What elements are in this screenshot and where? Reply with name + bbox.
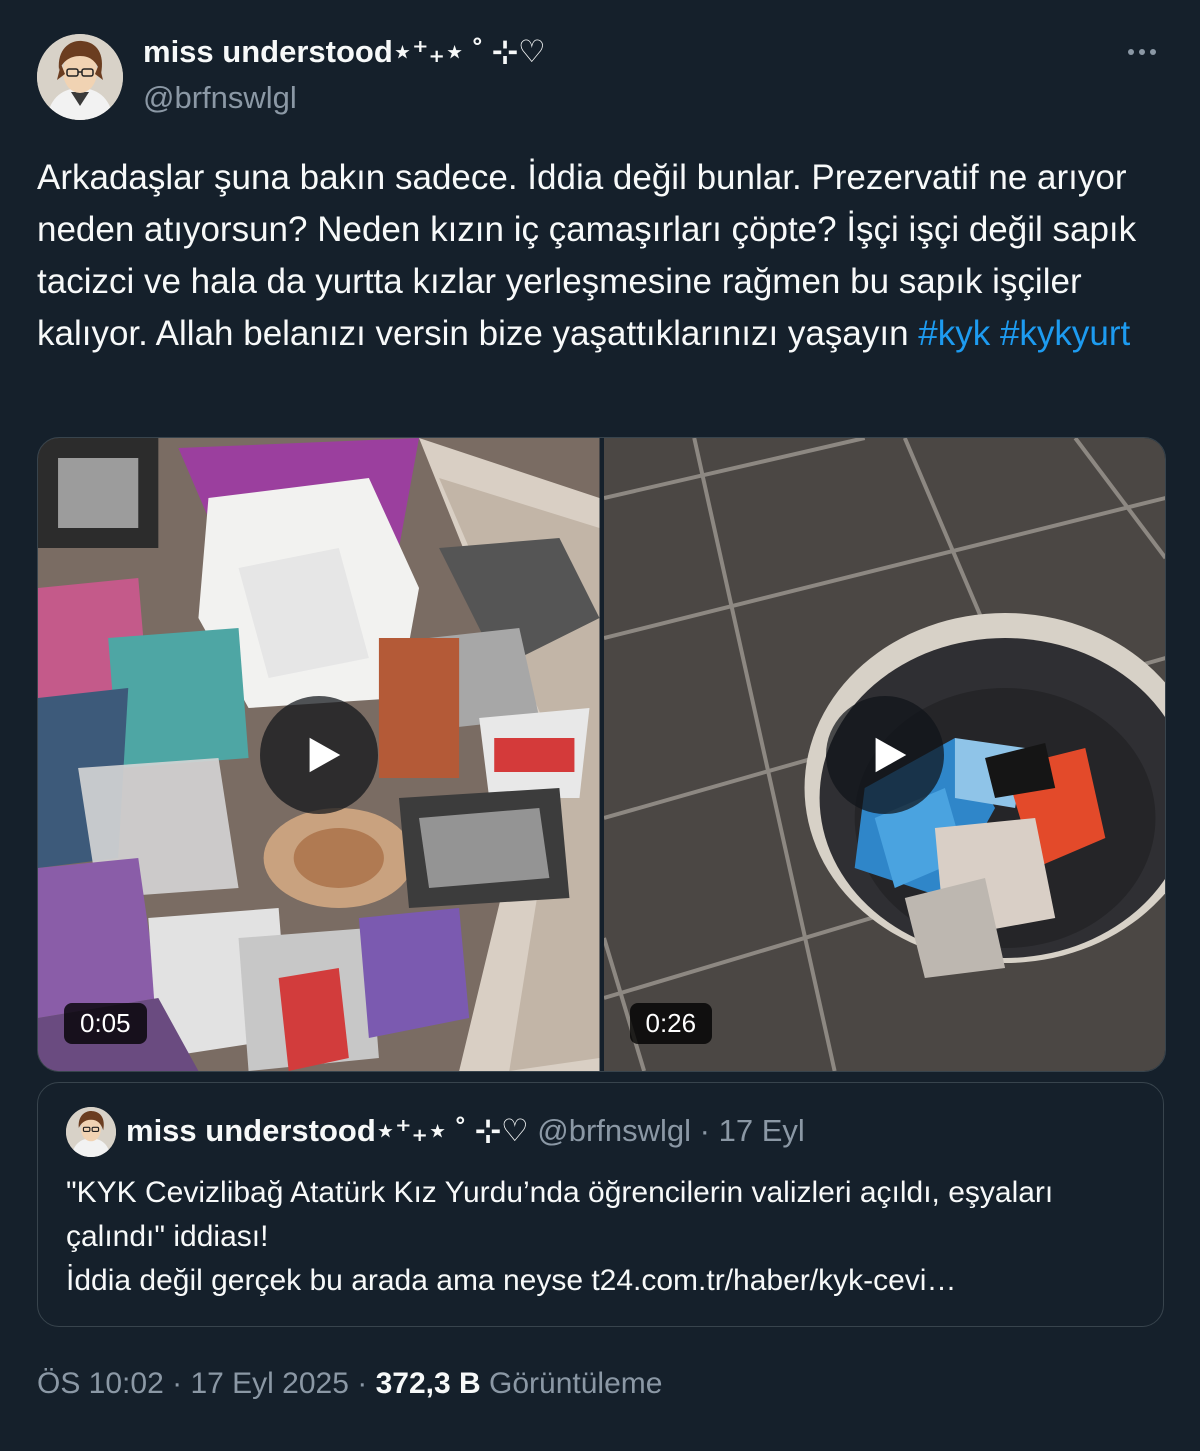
- hashtag-link[interactable]: #kyk: [918, 314, 990, 353]
- author-avatar[interactable]: [37, 34, 123, 120]
- tweet-metadata: ÖS 10:02 · 17 Eyl 2025 · 372,3 B Görüntü…: [37, 1367, 662, 1401]
- author-display-name[interactable]: miss understood⋆⁺₊⋆ ˚ ⊹♡: [143, 34, 546, 70]
- tweet-time[interactable]: ÖS 10:02: [37, 1367, 164, 1400]
- more-horizontal-icon: [1128, 49, 1134, 55]
- separator: ·: [699, 1113, 710, 1148]
- views-label: Görüntüleme: [489, 1367, 663, 1400]
- quoted-tweet-date[interactable]: 17 Eyl: [719, 1113, 805, 1148]
- play-icon: [875, 737, 906, 773]
- quoted-text-line: "KYK Cevizlibağ Atatürk Kız Yurdu’nda öğ…: [66, 1176, 1054, 1253]
- quoted-tweet[interactable]: miss understood⋆⁺₊⋆ ˚ ⊹♡ @brfnswlgl · 17…: [37, 1082, 1164, 1327]
- quoted-tweet-text: "KYK Cevizlibağ Atatürk Kız Yurdu’nda öğ…: [66, 1171, 1146, 1303]
- author-handle[interactable]: @brfnswlgl: [143, 80, 297, 116]
- separator: ·: [357, 1367, 368, 1400]
- hashtag-link[interactable]: #kykyurt: [1000, 314, 1130, 353]
- video-1[interactable]: 0:05: [38, 438, 600, 1071]
- quoted-tweet-header: miss understood⋆⁺₊⋆ ˚ ⊹♡ @brfnswlgl · 17…: [126, 1113, 805, 1149]
- tweet-text: Arkadaşlar şuna bakın sadece. İddia deği…: [37, 152, 1172, 360]
- play-icon: [309, 737, 341, 773]
- play-button[interactable]: [260, 696, 378, 814]
- video-duration: 0:05: [64, 1003, 147, 1044]
- more-options-button[interactable]: [1118, 34, 1166, 70]
- tweet-detail: miss understood⋆⁺₊⋆ ˚ ⊹♡ @brfnswlgl Arka…: [0, 0, 1200, 1451]
- quoted-author-name[interactable]: miss understood⋆⁺₊⋆ ˚ ⊹♡: [126, 1113, 529, 1148]
- video-duration: 0:26: [629, 1003, 713, 1044]
- video-2[interactable]: 0:26: [603, 438, 1165, 1071]
- quoted-author-handle[interactable]: @brfnswlgl: [537, 1113, 691, 1148]
- quoted-author-avatar[interactable]: [66, 1107, 116, 1157]
- quoted-text-line: İddia değil gerçek bu arada ama neyse t2…: [66, 1264, 957, 1297]
- views-count: 372,3 B: [375, 1367, 481, 1400]
- tweet-date[interactable]: 17 Eyl 2025: [190, 1367, 348, 1400]
- separator: ·: [172, 1367, 183, 1400]
- play-button[interactable]: [825, 696, 944, 814]
- media-grid: 0:05 0:26: [37, 437, 1166, 1072]
